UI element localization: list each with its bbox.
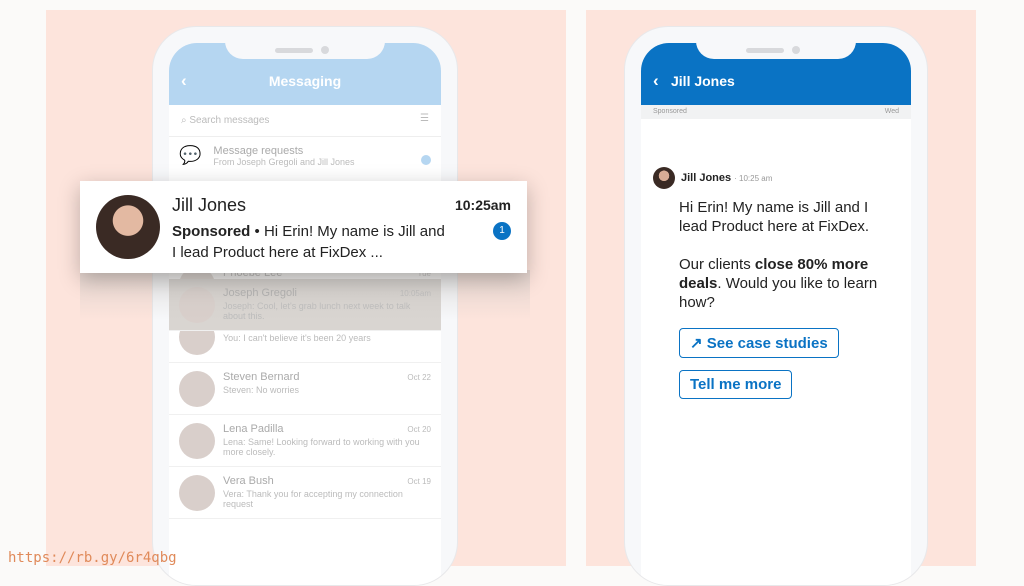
filter-icon[interactable]: ☰ (420, 113, 429, 124)
back-icon[interactable]: ‹ (181, 71, 187, 91)
message-paragraph: Hi Erin! My name is Jill and I lead Prod… (679, 199, 870, 235)
search-placeholder: Search messages (189, 115, 270, 126)
sponsored-message-notification[interactable]: Jill Jones Sponsored • Hi Erin! My name … (80, 181, 527, 273)
time: Oct 20 (407, 425, 431, 434)
avatar (96, 195, 160, 259)
phone-notch (696, 27, 856, 59)
button-label: Tell me more (690, 376, 782, 393)
message-preview: Vera: Thank you for accepting my connect… (223, 489, 403, 509)
phone-notch (225, 27, 385, 59)
search-input[interactable]: ⌕ Search messages ☰ (169, 105, 441, 137)
avatar (179, 371, 215, 407)
requests-sub: From Joseph Gregoli and Jill Jones (213, 157, 355, 167)
source-url: https://rb.gy/6r4qbg (8, 550, 177, 566)
contact-name: Steven Bernard (223, 371, 300, 383)
page-title: Jill Jones (671, 73, 735, 89)
contact-name: Vera Bush (223, 475, 274, 487)
day: Wed (884, 108, 899, 115)
chat-bubbles-icon: 💬 (179, 145, 202, 165)
badge (421, 155, 431, 165)
avatar (653, 167, 675, 189)
see-case-studies-button[interactable]: ↗ See case studies (679, 328, 839, 358)
sender-time: · 10:25 am (734, 173, 773, 183)
speaker (275, 48, 313, 53)
sponsored-label: Sponsored (172, 223, 251, 240)
message-preview: You: I can't believe it's been 20 years (223, 333, 371, 343)
message-requests[interactable]: 💬 Message requests From Joseph Gregoli and… (169, 137, 441, 179)
camera (792, 46, 800, 54)
avatar (179, 423, 215, 459)
requests-title: Message requests (213, 145, 304, 157)
back-icon[interactable]: ‹ (653, 71, 659, 91)
button-label: See case studies (706, 335, 828, 352)
chat: Jill Jones · 10:25 am Hi Erin! My name is… (641, 119, 911, 399)
time: Oct 19 (407, 477, 431, 486)
time: Oct 22 (407, 373, 431, 382)
sender-name: Jill Jones (681, 172, 732, 184)
message-paragraph: Our clients close 80% more deals. Would … (653, 255, 889, 312)
sponsored-label: Sponsored (653, 108, 687, 115)
message-preview: Steven: No worries (223, 385, 300, 395)
avatar (179, 475, 215, 511)
time: 10:25am (454, 197, 511, 213)
conversation-row[interactable]: Steven Bernard Steven: No worries Oct 22 (169, 363, 441, 415)
conversation-row[interactable]: Lena Padilla Lena: Same! Looking forward … (169, 415, 441, 467)
page-title: Messaging (268, 73, 342, 89)
sender-name: Jill Jones (172, 195, 247, 215)
message-preview: Lena: Same! Looking forward to working w… (223, 437, 420, 457)
screen: ‹ Jill Jones Sponsored Wed Jill Jones · 10:… (641, 43, 911, 585)
conversation-row[interactable]: Vera Bush Vera: Thank you for accepting m… (169, 467, 441, 519)
speaker (746, 48, 784, 53)
external-link-icon: ↗ (690, 335, 707, 352)
contact-name: Lena Padilla (223, 423, 284, 435)
subheader: Sponsored Wed (641, 105, 911, 119)
text: Our clients (679, 256, 755, 273)
shadow (80, 270, 530, 320)
camera (321, 46, 329, 54)
conversation-phone: ‹ Jill Jones Sponsored Wed Jill Jones · 10:… (624, 26, 928, 586)
tell-me-more-button[interactable]: Tell me more (679, 370, 793, 399)
unread-badge: 1 (493, 222, 511, 240)
